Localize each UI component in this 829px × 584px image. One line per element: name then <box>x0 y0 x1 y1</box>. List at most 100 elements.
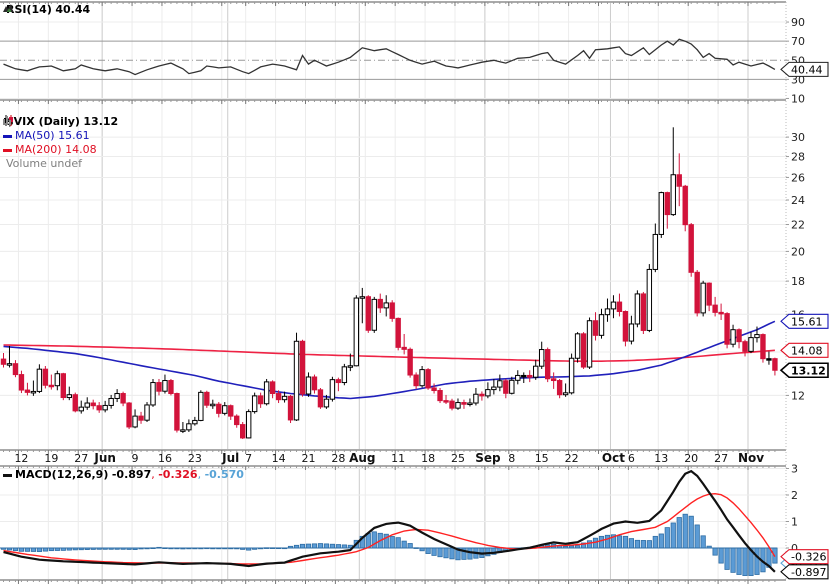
macd-histogram-bar <box>682 513 688 549</box>
candle <box>293 340 300 421</box>
date-label: 23 <box>188 452 202 465</box>
date-label: 8 <box>508 452 515 465</box>
scale-label: 2 <box>791 489 798 502</box>
candle <box>509 379 515 394</box>
scale-label: 30 <box>791 131 805 144</box>
candle <box>670 174 676 216</box>
scale-labels: 9070503010302826242220181614123210 <box>786 16 805 555</box>
signal-line <box>3 492 776 565</box>
chart-canvas: 9070503010302826242220181614123210121927… <box>0 1 829 584</box>
candle <box>132 415 138 428</box>
scale-label: 70 <box>791 35 805 48</box>
macd-histogram-bar <box>676 517 682 549</box>
candle <box>539 349 545 367</box>
candle <box>162 380 168 392</box>
candle <box>305 376 312 395</box>
candle <box>245 411 252 439</box>
candle <box>168 380 174 395</box>
date-label: 7 <box>245 452 252 465</box>
scale-label: 22 <box>791 219 805 232</box>
candle <box>347 365 354 368</box>
macd-histogram-bar <box>449 547 455 560</box>
date-label: 22 <box>565 452 579 465</box>
candle <box>754 334 760 339</box>
macd-histogram-bar <box>670 522 676 549</box>
macd-histogram-bar <box>317 543 324 549</box>
candle <box>598 314 605 336</box>
macd-histogram-bar <box>299 543 306 549</box>
candle <box>114 393 120 399</box>
candle <box>449 400 455 409</box>
date-label: Jun <box>93 451 116 465</box>
candle <box>323 398 330 408</box>
candle <box>371 298 377 331</box>
date-label: Jul <box>221 451 239 465</box>
candle <box>198 391 204 421</box>
candle <box>455 402 461 409</box>
signal-value: -0.326 <box>158 468 198 481</box>
date-label: 27 <box>714 452 728 465</box>
candle <box>724 313 730 345</box>
candle <box>144 404 150 421</box>
candle <box>377 298 383 309</box>
candle <box>6 363 13 366</box>
candle <box>425 369 431 389</box>
candle <box>503 380 509 394</box>
macd-histogram-bar <box>718 547 724 564</box>
candle <box>335 379 342 384</box>
candle <box>0 358 7 365</box>
candle <box>437 390 443 402</box>
volume-row: Volume undef <box>3 116 118 171</box>
candle <box>479 393 485 397</box>
stock-chart-window: 9070503010302826242220181614123210121927… <box>0 0 829 584</box>
date-label: Aug <box>349 451 375 465</box>
candle <box>592 320 599 336</box>
candle <box>461 402 467 405</box>
candle <box>413 374 419 387</box>
candle <box>586 320 593 368</box>
scale-label: 12 <box>791 389 805 402</box>
candle <box>72 394 78 412</box>
macd-histogram-bar <box>754 547 760 575</box>
candle <box>700 282 706 314</box>
macd-histogram-bar <box>730 547 736 573</box>
candle <box>299 340 306 395</box>
candle <box>48 384 55 388</box>
svg-text:13.12: 13.12 <box>791 364 826 377</box>
candle <box>652 233 659 270</box>
candle <box>646 268 653 331</box>
svg-text:-0.897: -0.897 <box>791 566 826 579</box>
candle <box>562 392 569 396</box>
rsi-panel <box>0 21 786 99</box>
macd-histogram-bar <box>694 524 700 549</box>
candle <box>12 363 19 376</box>
candle <box>359 296 366 299</box>
candle <box>18 374 25 391</box>
candle <box>401 346 407 350</box>
scale-label: 18 <box>791 275 805 288</box>
macd-line-icon <box>3 473 12 477</box>
date-label: Oct <box>602 451 625 465</box>
candle <box>228 405 234 417</box>
date-label: 14 <box>272 452 286 465</box>
candle <box>210 403 216 407</box>
candle <box>760 334 766 360</box>
date-label: 28 <box>331 452 345 465</box>
ma200-row: MA(200) 14.08 <box>3 143 118 157</box>
candle <box>257 395 264 405</box>
scale-label: 90 <box>791 16 805 29</box>
candle <box>365 296 371 331</box>
scale-label: 1 <box>791 516 798 529</box>
rsi-legend: RSI(14) 40.44 <box>3 3 90 17</box>
candle <box>580 333 587 368</box>
candle <box>150 382 156 406</box>
macd-histogram-bar <box>407 543 413 549</box>
last-price-tag: 13.12 <box>779 362 829 379</box>
macd-histogram-bar <box>622 535 629 549</box>
candle <box>628 323 635 342</box>
ma200-line-icon <box>3 148 12 152</box>
candles-layer <box>0 127 778 440</box>
date-label: 11 <box>391 452 405 465</box>
candle <box>407 348 413 376</box>
candle <box>610 301 617 310</box>
